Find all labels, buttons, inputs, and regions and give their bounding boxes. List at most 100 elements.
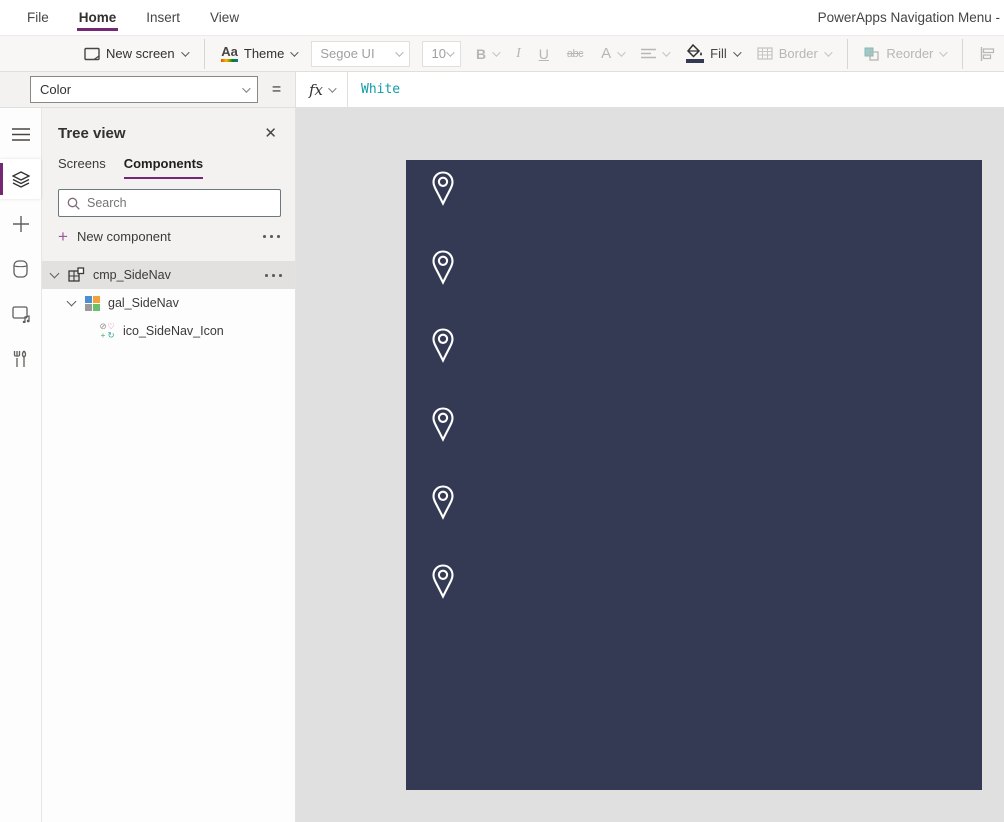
tree-row-ico-sidenav-icon[interactable]: ⊘ ♡ + ↻ ico_SideNav_Icon — [42, 317, 295, 345]
equals-sign: = — [271, 80, 282, 98]
font-name-select[interactable]: Segoe UI — [311, 40, 411, 67]
tree-view-rail-button[interactable] — [0, 159, 41, 199]
strikethrough-button[interactable]: abc — [558, 39, 592, 69]
menu-item-file[interactable]: File — [25, 1, 51, 34]
chevron-down-icon[interactable] — [66, 296, 77, 307]
chevron-down-icon — [939, 47, 949, 57]
new-component-button[interactable]: + New component — [58, 223, 281, 249]
hamburger-menu-button[interactable] — [0, 114, 41, 154]
underline-label: U — [538, 45, 549, 62]
more-options-icon[interactable] — [265, 273, 283, 277]
new-component-label: New component — [76, 228, 171, 244]
bold-label: B — [475, 45, 487, 62]
font-name-value: Segoe UI — [320, 46, 375, 61]
location-pin-icon[interactable] — [432, 485, 454, 525]
left-rail — [0, 108, 42, 822]
panel-tabs: Screens Components — [58, 156, 281, 179]
more-options-icon[interactable] — [263, 234, 281, 238]
component-icon — [68, 267, 85, 283]
strikethrough-label: abc — [566, 47, 584, 60]
formula-bar: Color = fx White — [0, 72, 1004, 108]
property-dropdown[interactable]: Color — [30, 76, 258, 103]
insert-rail-button[interactable] — [0, 204, 41, 244]
close-icon[interactable]: ✕ — [260, 122, 281, 144]
italic-label: I — [516, 45, 521, 61]
border-button[interactable]: Border — [748, 39, 839, 69]
hamburger-icon — [11, 127, 30, 141]
font-color-button[interactable]: A — [592, 39, 632, 69]
screen-icon — [84, 47, 100, 60]
toolbar-divider — [962, 38, 963, 69]
reorder-icon — [864, 47, 880, 61]
chevron-down-icon — [328, 83, 337, 93]
chevron-down-icon — [492, 47, 501, 57]
new-screen-label: New screen — [106, 46, 175, 61]
font-size-select[interactable]: 10 — [422, 40, 461, 67]
chevron-down-icon — [732, 47, 742, 57]
location-pin-icon[interactable] — [432, 407, 454, 447]
search-input[interactable] — [87, 196, 272, 210]
chevron-down-icon — [290, 47, 300, 57]
tree-item-label: cmp_SideNav — [93, 268, 171, 282]
location-pin-icon[interactable] — [432, 250, 454, 290]
icon-control-icon: ⊘ ♡ + ↻ — [99, 321, 115, 340]
bold-button[interactable]: B — [467, 39, 507, 69]
fill-label: Fill — [710, 46, 727, 61]
tree-item-label: ico_SideNav_Icon — [123, 324, 224, 338]
tree-rows: cmp_SideNav gal_SideNav ⊘ ♡ + ↻ ico_Side… — [42, 261, 295, 345]
menu-item-home[interactable]: Home — [76, 1, 119, 34]
fx-icon: fx — [308, 80, 323, 99]
search-box — [58, 189, 281, 217]
border-grid-icon — [757, 47, 773, 60]
toolbar-divider — [846, 38, 848, 69]
font-color-label: A — [601, 45, 612, 62]
panel-title: Tree view — [58, 124, 126, 142]
tree-row-gal-sidenav[interactable]: gal_SideNav — [42, 289, 295, 317]
align-text-button[interactable] — [632, 39, 677, 69]
gallery-icon — [85, 295, 100, 311]
plus-icon — [12, 216, 29, 232]
chevron-down-icon — [395, 47, 405, 57]
media-icon — [11, 305, 30, 323]
italic-button[interactable]: I — [507, 39, 530, 69]
menu-bar: File Home Insert View PowerApps Navigati… — [0, 0, 1004, 36]
underline-button[interactable]: U — [530, 39, 558, 69]
fill-button[interactable]: Fill — [677, 39, 748, 69]
tab-components[interactable]: Components — [123, 156, 204, 179]
fx-button[interactable]: fx — [296, 72, 348, 107]
advanced-tools-rail-button[interactable] — [0, 339, 41, 379]
data-rail-button[interactable] — [0, 249, 41, 289]
align-objects-button[interactable] — [971, 39, 1004, 69]
chevron-down-icon — [823, 47, 833, 57]
border-label: Border — [778, 46, 818, 61]
theme-button[interactable]: Aa Theme — [212, 39, 305, 69]
align-text-icon — [641, 48, 657, 58]
font-size-value: 10 — [431, 46, 446, 61]
layers-icon — [11, 170, 30, 188]
tab-screens[interactable]: Screens — [58, 156, 106, 179]
tree-view-panel: Tree view ✕ Screens Components + New com… — [42, 108, 296, 822]
component-canvas[interactable] — [406, 160, 982, 790]
new-screen-button[interactable]: New screen — [75, 39, 196, 69]
chevron-down-icon — [242, 83, 251, 93]
theme-label: Theme — [243, 46, 285, 61]
tree-item-label: gal_SideNav — [108, 296, 179, 310]
formula-bar-left: Color = — [0, 72, 296, 107]
location-pin-icon[interactable] — [432, 171, 454, 211]
chevron-down-icon[interactable] — [49, 268, 60, 279]
app-title: PowerApps Navigation Menu - — [817, 10, 1000, 25]
chevron-down-icon — [617, 47, 626, 57]
reorder-button[interactable]: Reorder — [855, 39, 954, 69]
media-rail-button[interactable] — [0, 294, 41, 334]
workspace — [296, 108, 1004, 822]
menu-item-view[interactable]: View — [208, 1, 241, 34]
chevron-down-icon — [180, 47, 190, 57]
align-objects-icon — [980, 46, 995, 61]
tree-row-cmp-sidenav[interactable]: cmp_SideNav — [42, 261, 295, 289]
location-pin-icon[interactable] — [432, 564, 454, 604]
theme-icon: Aa — [221, 45, 238, 62]
menu-item-insert[interactable]: Insert — [144, 1, 182, 34]
formula-input[interactable]: White — [348, 72, 400, 107]
location-pin-icon[interactable] — [432, 328, 454, 368]
reorder-label: Reorder — [886, 46, 934, 61]
